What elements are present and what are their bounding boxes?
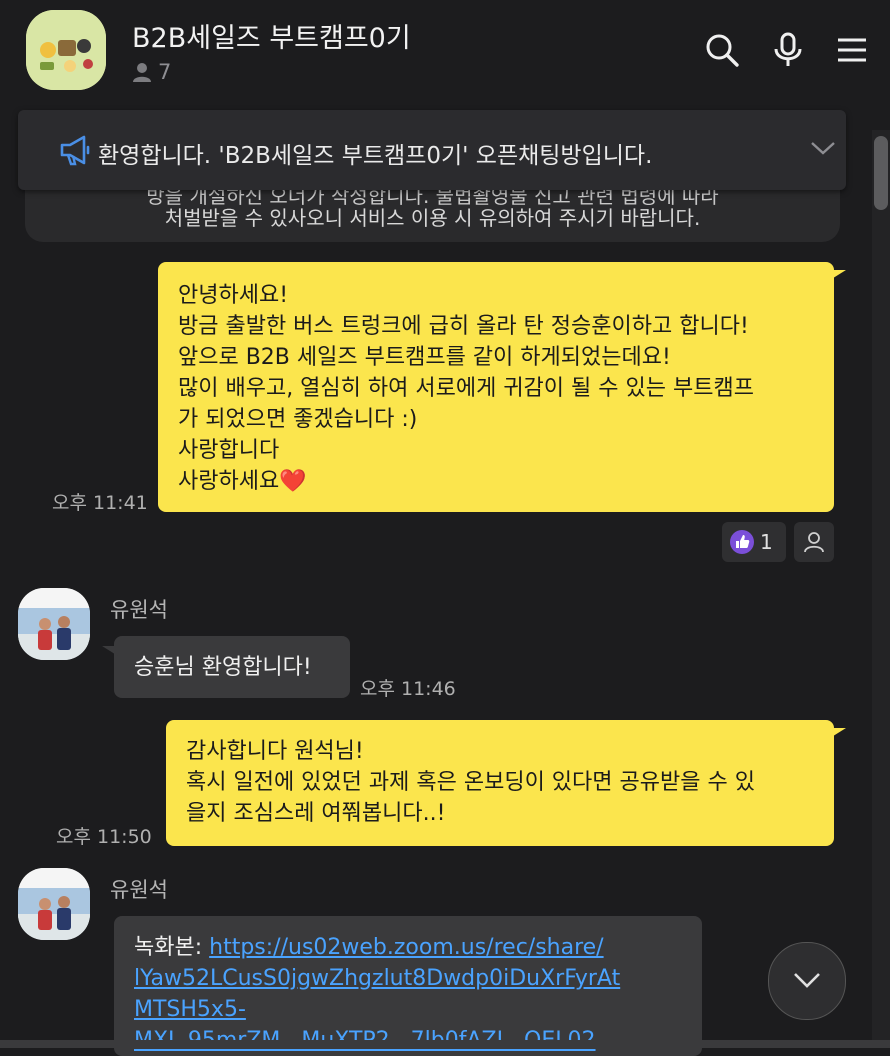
- menu-icon[interactable]: [834, 32, 870, 68]
- message-line: 앞으로 B2B 세일즈 부트캠프를 같이 하게되었는데요!: [178, 345, 671, 370]
- thumbs-up-icon: [730, 530, 754, 554]
- message-line: 안녕하세요!: [178, 283, 289, 308]
- readers-button[interactable]: [794, 522, 834, 562]
- message-line: 승훈님 환영합니다!: [134, 655, 312, 680]
- message-line: 가 되었으면 좋겠습니다 :): [178, 407, 418, 432]
- message-line: 감사합니다 원석님!: [186, 739, 364, 764]
- my-message-bubble[interactable]: 안녕하세요! 방금 출발한 버스 트렁크에 급히 올라 탄 정승훈이하고 합니다…: [158, 262, 846, 512]
- search-icon[interactable]: [704, 32, 740, 68]
- message-line: 을지 조심스레 여쭤봅니다..!: [186, 801, 446, 826]
- message-line: 사랑합니다: [178, 438, 280, 463]
- member-count: 7: [132, 60, 171, 84]
- recording-link[interactable]: lYaw52LCusS0jgwZhgzlut8Dwdp0iDuXrFyrAt: [134, 963, 682, 994]
- message-line-text: 사랑하세요: [178, 469, 280, 494]
- reaction-like-button[interactable]: 1: [722, 522, 786, 562]
- message-line: 많이 배우고, 열심히 하여 서로에게 귀감이 될 수 있는 부트캠프: [178, 376, 754, 401]
- chevron-down-icon: [794, 973, 820, 988]
- message-time: 오후 11:50: [56, 826, 152, 848]
- input-area-edge: [0, 1040, 890, 1048]
- scroll-to-bottom-button[interactable]: [768, 942, 846, 1020]
- scrollbar-thumb[interactable]: [874, 136, 888, 210]
- sender-avatar[interactable]: [18, 868, 90, 940]
- megaphone-icon: [58, 132, 94, 172]
- other-message-bubble[interactable]: 승훈님 환영합니다!: [102, 636, 350, 698]
- recording-link[interactable]: MTSH5x5-: [134, 994, 682, 1025]
- notice-text: 환영합니다. 'B2B세일즈 부트캠프0기' 오픈채팅방입니다.: [98, 143, 653, 169]
- system-message-line: 처벌받을 수 있사오니 서비스 이용 시 유의하여 주시기 바랍니다.: [164, 206, 701, 230]
- message-line: 녹화본: https://us02web.zoom.us/rec/share/: [134, 932, 682, 963]
- member-count-value: 7: [158, 60, 172, 84]
- other-message-bubble[interactable]: 녹화본: https://us02web.zoom.us/rec/share/ …: [114, 916, 702, 1056]
- recording-link[interactable]: https://us02web.zoom.us/rec/share/: [209, 935, 603, 960]
- message-time: 오후 11:46: [360, 678, 456, 700]
- scrollbar-track[interactable]: [872, 130, 890, 1048]
- sender-name: 유원석: [110, 598, 168, 622]
- microphone-icon[interactable]: [770, 32, 806, 68]
- sender-name: 유원석: [110, 878, 168, 902]
- message-line: 혹시 일전에 있었던 과제 혹은 온보딩이 있다면 공유받을 수 있: [186, 770, 755, 795]
- message-time: 오후 11:41: [52, 492, 148, 514]
- chat-header: B2B세일즈 부트캠프0기 7: [0, 0, 890, 104]
- chevron-down-icon[interactable]: [810, 140, 836, 160]
- room-avatar[interactable]: [26, 10, 106, 90]
- person-outline-icon: [804, 532, 824, 553]
- my-message-bubble[interactable]: 감사합니다 원석님! 혹시 일전에 있었던 과제 혹은 온보딩이 있다면 공유받…: [166, 720, 846, 846]
- room-title: B2B세일즈 부트캠프0기: [132, 23, 411, 54]
- pinned-notice[interactable]: 환영합니다. 'B2B세일즈 부트캠프0기' 오픈채팅방입니다.: [18, 110, 846, 190]
- recording-prefix: 녹화본:: [134, 935, 210, 960]
- reaction-count: 1: [760, 530, 773, 554]
- person-icon: [133, 63, 151, 82]
- sender-avatar[interactable]: [18, 588, 90, 660]
- heart-emoji: ❤️: [279, 469, 307, 494]
- message-line: 사랑하세요❤️: [178, 466, 814, 497]
- message-line: 방금 출발한 버스 트렁크에 급히 올라 탄 정승훈이하고 합니다!: [178, 314, 749, 339]
